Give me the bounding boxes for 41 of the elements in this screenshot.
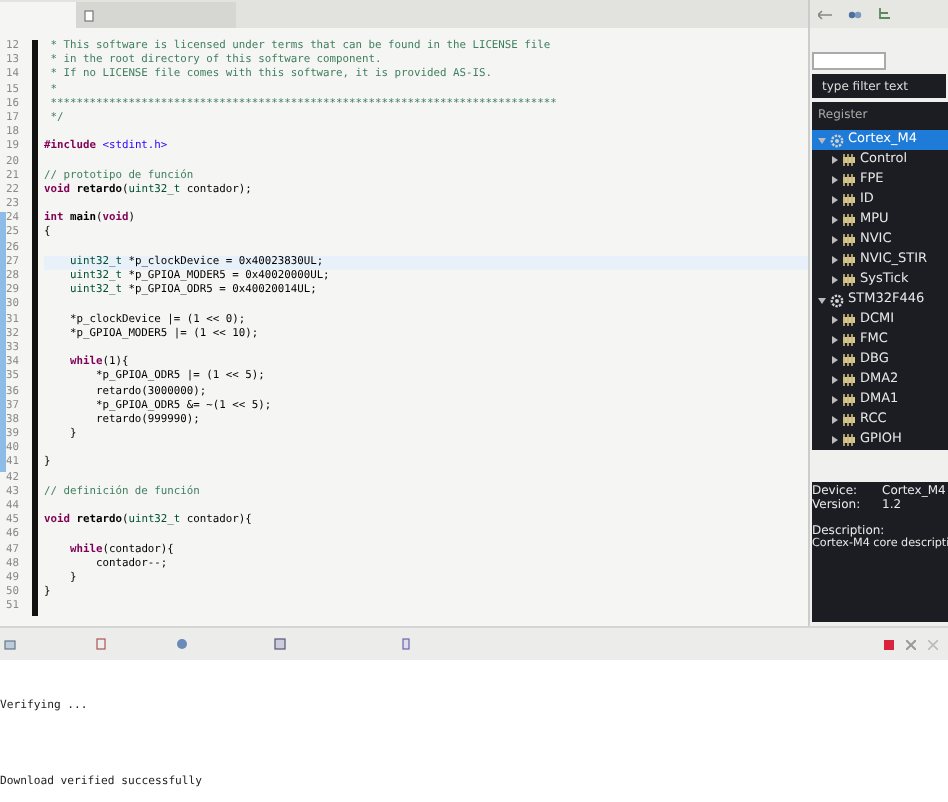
- circle-icon[interactable]: [176, 638, 188, 650]
- clipboard-icon[interactable]: [402, 638, 410, 650]
- gear-icon: [830, 293, 844, 307]
- collapsed-arrow-icon[interactable]: [832, 236, 838, 244]
- input-field[interactable]: [812, 52, 886, 70]
- expanded-arrow-icon[interactable]: [818, 297, 826, 303]
- window-icon[interactable]: [274, 638, 286, 650]
- collapsed-arrow-icon[interactable]: [832, 356, 838, 364]
- chip-icon: [842, 214, 856, 226]
- chip-icon: [842, 314, 856, 326]
- collapsed-arrow-icon[interactable]: [832, 276, 838, 284]
- collapsed-arrow-icon[interactable]: [832, 416, 838, 424]
- chip-icon: [842, 174, 856, 186]
- console-icon[interactable]: [4, 639, 16, 649]
- collapsed-arrow-icon[interactable]: [832, 216, 838, 224]
- collapsed-arrow-icon[interactable]: [832, 256, 838, 264]
- chip-icon: [842, 274, 856, 286]
- collapsed-arrow-icon[interactable]: [832, 316, 838, 324]
- tree-icon[interactable]: [878, 8, 892, 20]
- document-icon[interactable]: [96, 638, 106, 650]
- chip-icon: [842, 414, 856, 426]
- chip-icon: [842, 394, 856, 406]
- collapsed-arrow-icon[interactable]: [832, 196, 838, 204]
- chip-icon: [842, 374, 856, 386]
- chip-icon: [842, 154, 856, 166]
- collapsed-arrow-icon[interactable]: [832, 436, 838, 444]
- gear-icon: [830, 133, 844, 147]
- chip-icon: [842, 434, 856, 446]
- chip-icon: [842, 354, 856, 366]
- chip-icon: [842, 334, 856, 346]
- collapsed-arrow-icon[interactable]: [832, 336, 838, 344]
- stop-icon[interactable]: [884, 639, 894, 649]
- link-icon[interactable]: [848, 9, 862, 19]
- collapsed-arrow-icon[interactable]: [832, 396, 838, 404]
- chip-icon: [842, 234, 856, 246]
- chip-icon: [842, 194, 856, 206]
- file-icon: [84, 9, 94, 21]
- collapsed-arrow-icon[interactable]: [832, 156, 838, 164]
- collapsed-arrow-icon[interactable]: [832, 376, 838, 384]
- chip-icon: [842, 254, 856, 266]
- collapsed-arrow-icon[interactable]: [832, 176, 838, 184]
